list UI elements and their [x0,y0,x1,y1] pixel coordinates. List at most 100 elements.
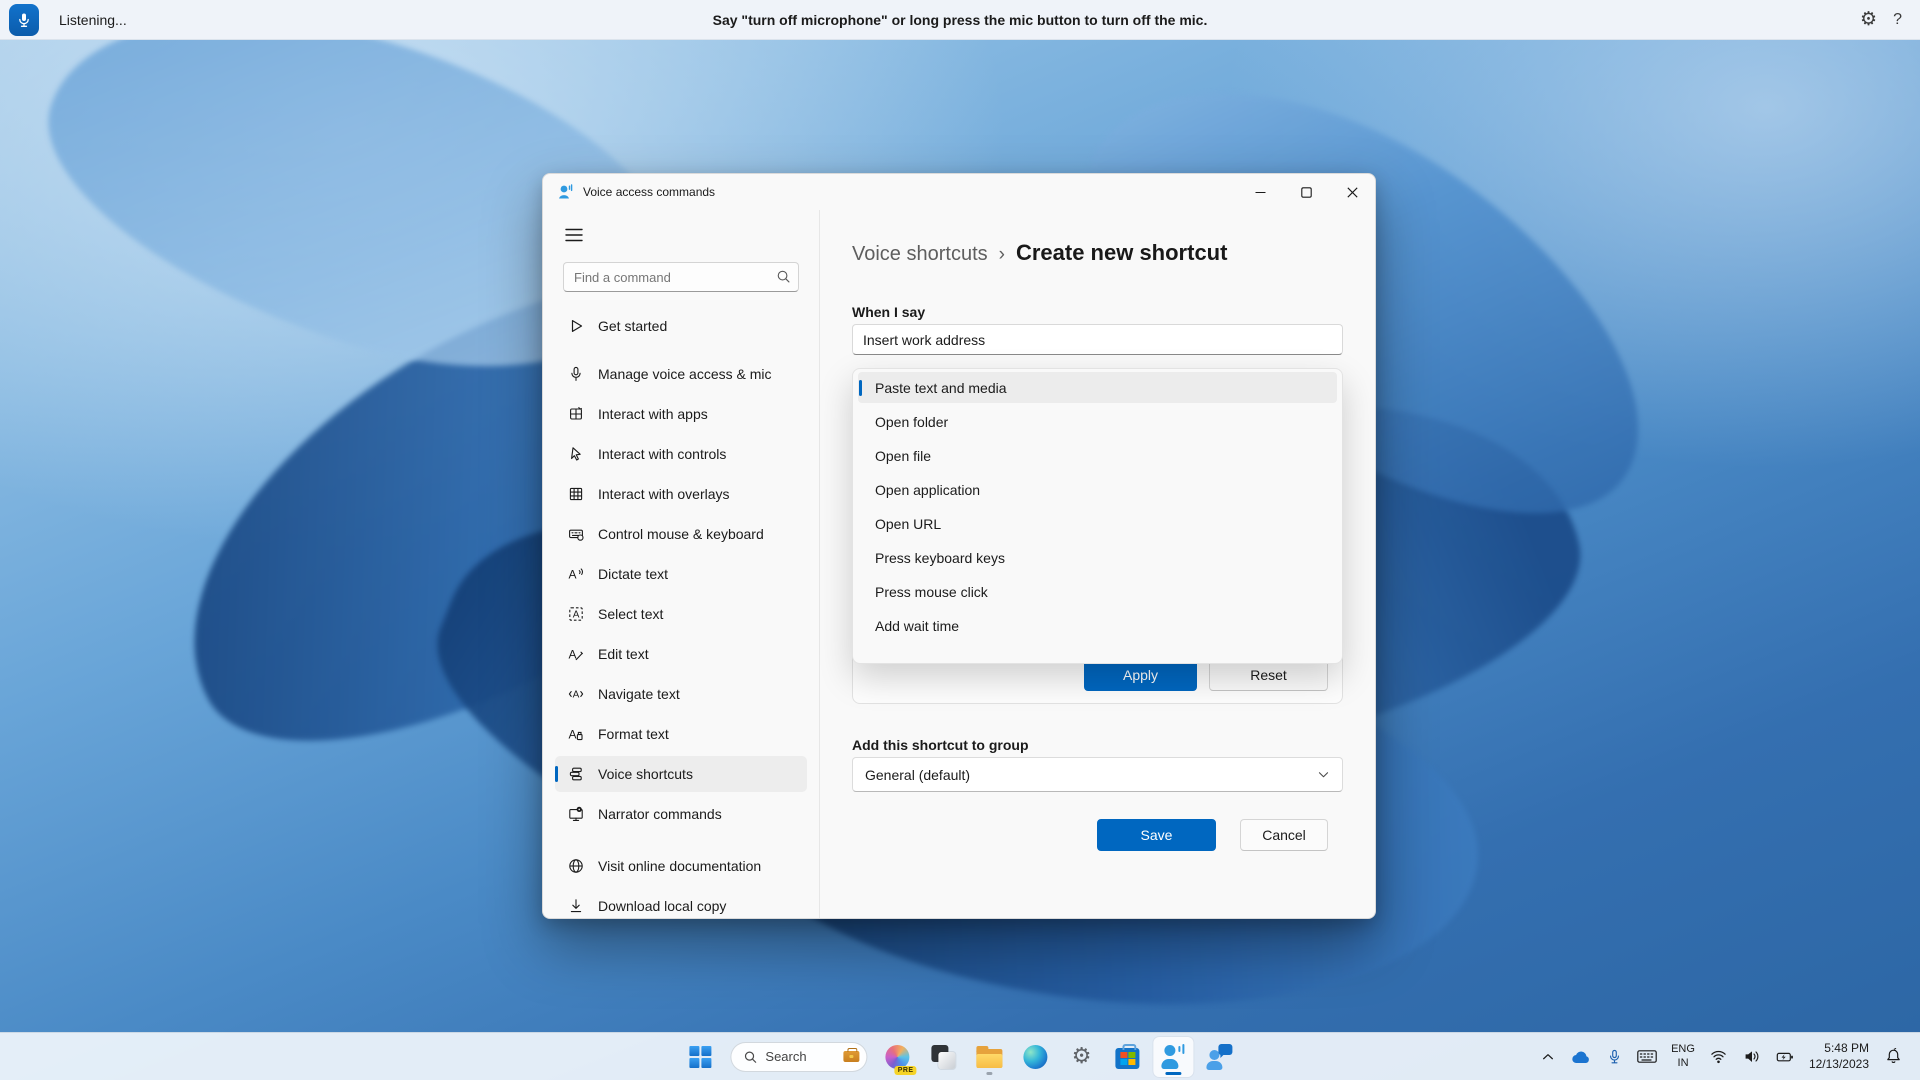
selected-indicator [859,380,862,396]
sidebar-nav: Get started Manage voice access & mic In… [543,302,819,918]
search-input[interactable] [563,262,799,292]
group-select[interactable]: General (default) [852,757,1343,792]
search-label: Search [765,1049,807,1064]
svg-text:A: A [573,690,580,701]
edge-button[interactable] [1016,1037,1056,1077]
voice-bar-hint: Say "turn off microphone" or long press … [712,11,1208,28]
dropdown-option-add-wait-time[interactable]: Add wait time [858,610,1337,641]
bell-dnd-icon [1886,1048,1900,1064]
taskbar-search[interactable]: Search [730,1041,868,1072]
svg-text:A: A [569,648,577,662]
sidebar-item-interact-with-apps[interactable]: Interact with apps [555,396,807,432]
hamburger-menu-button[interactable] [557,220,591,250]
search-icon [777,270,790,283]
copilot-pre-badge: PRE [894,1065,917,1075]
settings-gear-icon[interactable]: ⚙ [1860,10,1877,29]
main-content: Voice shortcuts › Create new shortcut Wh… [820,210,1375,918]
page-title: Create new shortcut [1015,240,1228,265]
breadcrumb-voice-shortcuts[interactable]: Voice shortcuts [852,243,988,266]
search-icon [744,1050,757,1063]
voice-access-bar: Listening... Say "turn off microphone" o… [0,0,1920,40]
chevron-up-icon [1543,1053,1554,1059]
sidebar-item-edit-text[interactable]: A Edit text [555,636,807,672]
notification-center-button[interactable] [1880,1041,1906,1073]
dropdown-option-open-application[interactable]: Open application [858,474,1337,505]
sidebar-item-manage-voice-access-mic[interactable]: Manage voice access & mic [555,356,807,392]
battery-button[interactable] [1772,1041,1798,1073]
sidebar-item-select-text[interactable]: A Select text [555,596,807,632]
chevron-down-icon [1318,772,1329,778]
sidebar-item-get-started[interactable]: Get started [555,308,807,344]
onedrive-button[interactable] [1568,1041,1594,1073]
action-dropdown-flyout: Paste text and media Open folder Open fi… [852,368,1343,664]
settings-button[interactable]: ⚙ [1062,1037,1102,1077]
listening-status: Listening... [59,11,127,28]
file-explorer-button[interactable] [970,1037,1010,1077]
keyboard-icon [1637,1050,1657,1063]
help-icon[interactable]: ? [1893,11,1902,29]
microsoft-store-button[interactable] [1108,1037,1148,1077]
microphone-button[interactable] [9,3,39,36]
select-text-icon: A [569,607,583,621]
sidebar-item-navigate-text[interactable]: A Navigate text [555,676,807,712]
dropdown-option-press-mouse-click[interactable]: Press mouse click [858,576,1337,607]
touch-keyboard-button[interactable] [1634,1041,1660,1073]
dropdown-option-open-file[interactable]: Open file [858,440,1337,471]
sidebar-item-dictate-text[interactable]: A Dictate text [555,556,807,592]
edge-icon [1023,1044,1048,1069]
maximize-button[interactable] [1283,174,1329,210]
shortcut-phrase-input[interactable] [852,324,1343,355]
dropdown-option-open-folder[interactable]: Open folder [858,406,1337,437]
cancel-button[interactable]: Cancel [1240,819,1328,851]
when-i-say-label: When I say [852,304,926,320]
task-view-button[interactable] [924,1037,964,1077]
dropdown-option-open-url[interactable]: Open URL [858,508,1337,539]
breadcrumb: Voice shortcuts › Create new shortcut [852,240,1227,266]
hamburger-icon [565,228,583,242]
sidebar-item-format-text[interactable]: A Format text [555,716,807,752]
minimize-button[interactable] [1237,174,1283,210]
sidebar-item-interact-with-overlays[interactable]: Interact with overlays [555,476,807,512]
close-button[interactable] [1329,174,1375,210]
tray-microphone-button[interactable] [1601,1041,1627,1073]
volume-button[interactable] [1739,1041,1765,1073]
wifi-button[interactable] [1706,1041,1732,1073]
voice-shortcuts-icon [569,767,582,781]
sidebar-item-voice-shortcuts[interactable]: Voice shortcuts [555,756,807,792]
store-icon [1115,1043,1140,1069]
tray-time: 5:48 PM [1824,1040,1869,1055]
microphone-icon [1609,1049,1619,1063]
running-indicator [986,1071,993,1075]
accessibility-chat-button[interactable] [1200,1037,1240,1077]
sidebar-item-download-local-copy[interactable]: Download local copy [555,888,807,918]
onedrive-cloud-icon [1572,1051,1589,1064]
svg-text:A: A [569,728,577,742]
battery-charging-icon [1776,1052,1793,1061]
minimize-icon [1255,191,1265,193]
sidebar-item-interact-with-controls[interactable]: Interact with controls [555,436,807,472]
language-indicator[interactable]: ENG IN [1667,1043,1699,1069]
folder-icon [976,1045,1003,1068]
save-button[interactable]: Save [1097,819,1216,851]
sidebar-item-control-mouse-keyboard[interactable]: Control mouse & keyboard [555,516,807,552]
voice-access-icon [1161,1043,1187,1070]
dropdown-option-paste-text-and-media[interactable]: Paste text and media [858,372,1337,403]
sidebar-item-visit-online-documentation[interactable]: Visit online documentation [555,848,807,884]
start-button[interactable] [680,1037,720,1077]
voice-access-button[interactable] [1153,1036,1194,1077]
wifi-icon [1711,1050,1727,1064]
hidden-icons-button[interactable] [1535,1041,1561,1073]
sidebar-item-narrator-commands[interactable]: Narrator commands [555,796,807,832]
maximize-icon [1300,186,1312,198]
system-tray: ENG IN 5:48 PM 12/13/2023 [1535,1033,1920,1080]
svg-text:A: A [569,568,577,582]
sidebar: Get started Manage voice access & mic [543,210,820,918]
dropdown-option-press-keyboard-keys[interactable]: Press keyboard keys [858,542,1337,573]
edit-text-icon: A [569,648,583,662]
cursor-icon [571,447,581,461]
copilot-button[interactable]: PRE [878,1037,918,1077]
globe-icon [569,859,583,873]
gear-icon: ⚙ [1071,1043,1092,1069]
clock[interactable]: 5:48 PM 12/13/2023 [1805,1041,1873,1072]
window-title: Voice access commands [583,185,716,199]
